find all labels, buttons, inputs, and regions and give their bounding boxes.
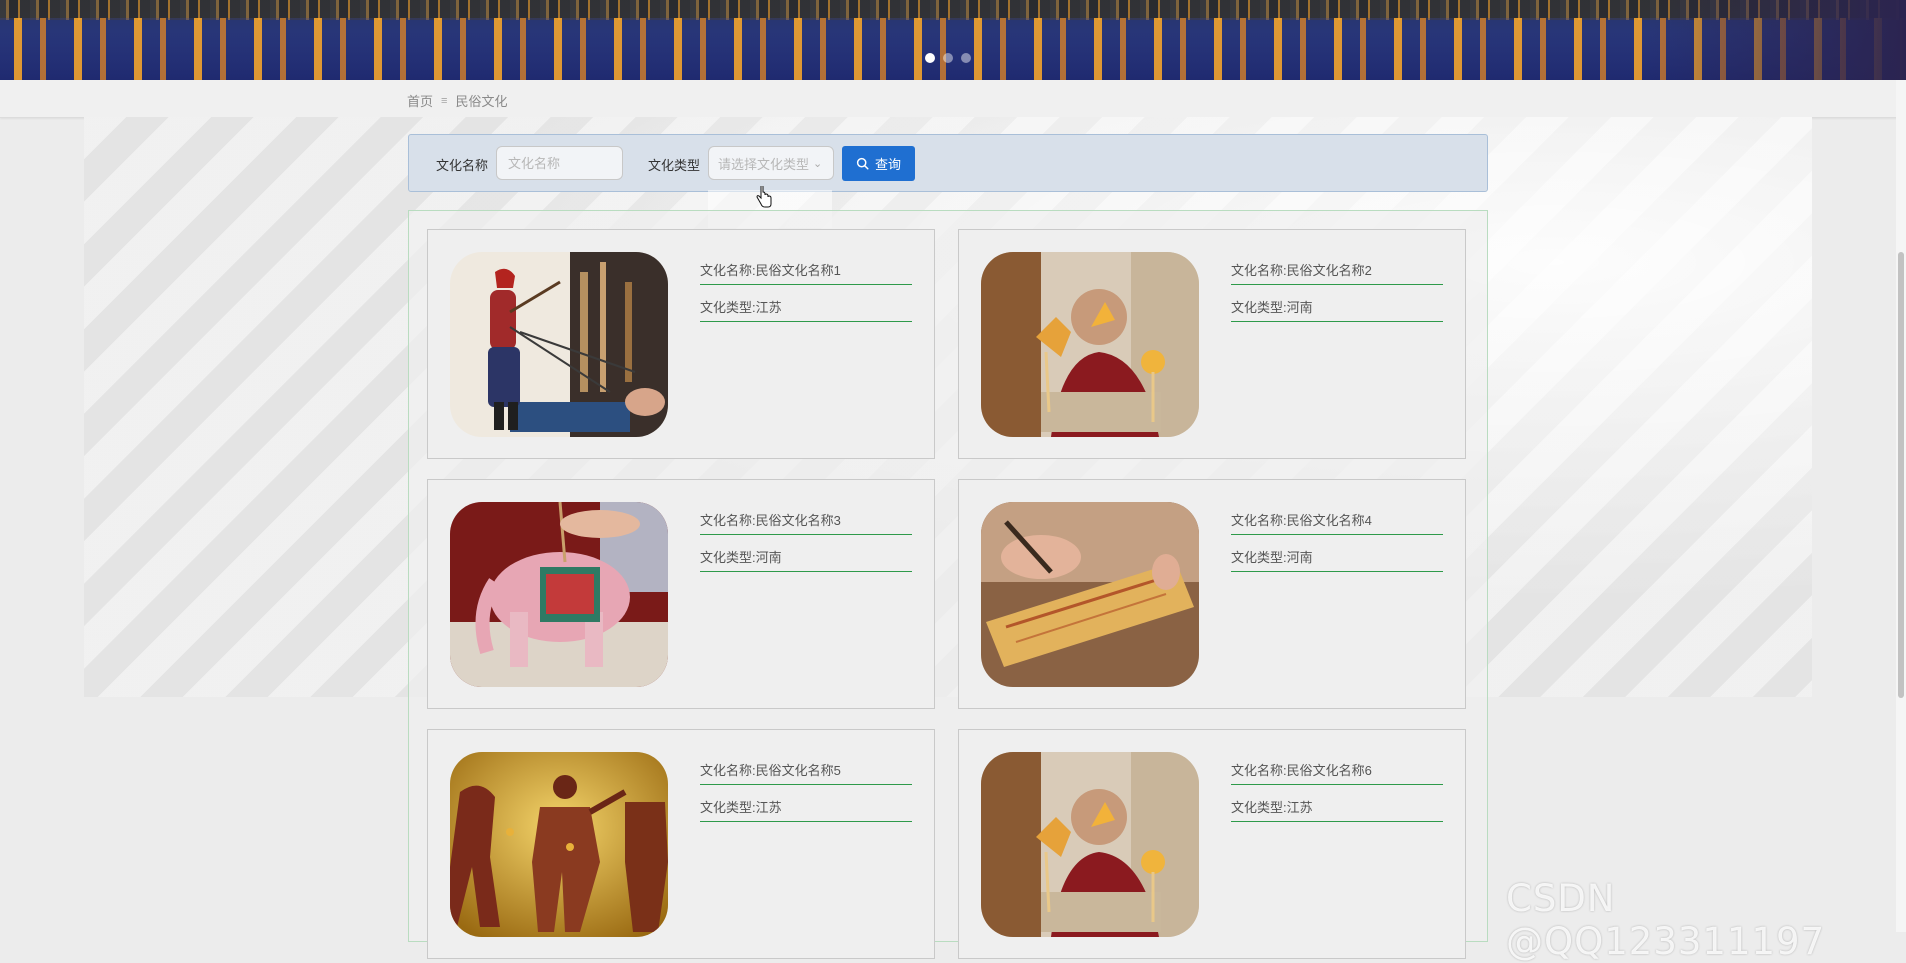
type-select[interactable]: 请选择文化类型 ⌄ — [708, 146, 834, 180]
culture-card[interactable]: 文化名称:民俗文化名称6 文化类型:江苏 — [958, 729, 1466, 959]
card-name-row: 文化名称:民俗文化名称3 — [700, 508, 912, 535]
carousel-dot-3[interactable] — [961, 53, 971, 63]
card-type-key: 文化类型: — [700, 800, 756, 815]
card-info: 文化名称:民俗文化名称5 文化类型:江苏 — [700, 758, 912, 832]
card-type-key: 文化类型: — [700, 300, 756, 315]
card-name-value: 民俗文化名称4 — [1286, 513, 1372, 528]
carousel-dot-2[interactable] — [943, 53, 953, 63]
shadow-figures-image[interactable] — [450, 752, 668, 937]
breadcrumb: 首页 ≡ 民俗文化 — [407, 91, 507, 110]
banner-fade — [1646, 0, 1906, 80]
card-type-value: 河南 — [1286, 550, 1313, 565]
culture-card[interactable]: 文化名称:民俗文化名称5 文化类型:江苏 — [427, 729, 935, 959]
card-name-key: 文化名称: — [700, 263, 756, 278]
artisan-with-puppets-image[interactable] — [981, 252, 1199, 437]
card-name-row: 文化名称:民俗文化名称1 — [700, 258, 912, 285]
page-scrollbar[interactable] — [1896, 80, 1906, 932]
culture-card[interactable]: 文化名称:民俗文化名称1 文化类型:江苏 — [427, 229, 935, 459]
culture-card[interactable]: 文化名称:民俗文化名称3 文化类型:河南 — [427, 479, 935, 709]
card-info: 文化名称:民俗文化名称2 文化类型:河南 — [1231, 258, 1443, 332]
hand-cursor-icon — [756, 186, 772, 208]
card-name-key: 文化名称: — [1231, 263, 1287, 278]
card-info: 文化名称:民俗文化名称3 文化类型:河南 — [700, 508, 912, 582]
carousel-dot-1[interactable] — [925, 53, 935, 63]
card-name-key: 文化名称: — [1231, 763, 1287, 778]
name-search-input[interactable] — [506, 154, 613, 172]
card-type-value: 河南 — [755, 550, 782, 565]
breadcrumb-separator-icon: ≡ — [441, 94, 448, 107]
card-name-value: 民俗文化名称1 — [755, 263, 841, 278]
search-button[interactable]: 查询 — [842, 146, 915, 181]
search-icon — [856, 157, 869, 170]
card-name-row: 文化名称:民俗文化名称6 — [1231, 758, 1443, 785]
card-type-key: 文化类型: — [700, 550, 756, 565]
card-name-value: 民俗文化名称3 — [755, 513, 841, 528]
card-type-value: 河南 — [1286, 300, 1313, 315]
card-name-row: 文化名称:民俗文化名称2 — [1231, 258, 1443, 285]
card-type-row: 文化类型:河南 — [1231, 295, 1443, 322]
card-type-value: 江苏 — [1286, 800, 1313, 815]
type-select-placeholder: 请选择文化类型 — [718, 156, 810, 172]
chevron-down-icon: ⌄ — [813, 157, 823, 170]
card-info: 文化名称:民俗文化名称4 文化类型:河南 — [1231, 508, 1443, 582]
card-type-key: 文化类型: — [1231, 800, 1287, 815]
card-type-value: 江苏 — [755, 300, 782, 315]
name-filter-field[interactable] — [496, 146, 623, 180]
search-bar: 文化名称 文化类型 请选择文化类型 ⌄ 查询 — [408, 134, 1488, 192]
card-name-value: 民俗文化名称6 — [1286, 763, 1372, 778]
card-type-key: 文化类型: — [1231, 550, 1287, 565]
card-type-value: 江苏 — [755, 800, 782, 815]
card-name-value: 民俗文化名称2 — [1286, 263, 1372, 278]
culture-card[interactable]: 文化名称:民俗文化名称4 文化类型:河南 — [958, 479, 1466, 709]
card-type-row: 文化类型:江苏 — [1231, 795, 1443, 822]
card-type-row: 文化类型:河南 — [700, 545, 912, 572]
banner-water-reflection — [0, 18, 1906, 80]
scrollbar-thumb[interactable] — [1898, 252, 1904, 698]
card-type-row: 文化类型:江苏 — [700, 795, 912, 822]
card-info: 文化名称:民俗文化名称1 文化类型:江苏 — [700, 258, 912, 332]
painted-elephant-image[interactable] — [450, 502, 668, 687]
breadcrumb-bar: 首页 ≡ 民俗文化 — [0, 80, 1906, 118]
breadcrumb-current: 民俗文化 — [455, 94, 508, 109]
breadcrumb-home-link[interactable]: 首页 — [407, 91, 433, 110]
card-name-key: 文化名称: — [700, 763, 756, 778]
scroll-carving-image[interactable] — [981, 502, 1199, 687]
culture-card-list: 文化名称:民俗文化名称1 文化类型:江苏 文化名称:民俗文化名称2 文化类型:河… — [408, 210, 1488, 959]
name-filter-label: 文化名称 — [436, 158, 489, 173]
carousel-indicators — [925, 53, 971, 63]
card-type-key: 文化类型: — [1231, 300, 1287, 315]
card-name-row: 文化名称:民俗文化名称4 — [1231, 508, 1443, 535]
card-type-row: 文化类型:河南 — [1231, 545, 1443, 572]
search-button-label: 查询 — [874, 157, 901, 172]
card-name-key: 文化名称: — [700, 513, 756, 528]
hero-banner[interactable] — [0, 0, 1906, 80]
shadow-puppet-performer-image[interactable] — [450, 252, 668, 437]
watermark: CSDN @QQ123311197 — [1506, 877, 1826, 963]
card-name-key: 文化名称: — [1231, 513, 1287, 528]
artisan-with-puppets-image[interactable] — [981, 752, 1199, 937]
type-filter-label: 文化类型 — [648, 158, 701, 173]
card-name-value: 民俗文化名称5 — [755, 763, 841, 778]
banner-skyline — [0, 0, 1906, 20]
culture-card[interactable]: 文化名称:民俗文化名称2 文化类型:河南 — [958, 229, 1466, 459]
card-info: 文化名称:民俗文化名称6 文化类型:江苏 — [1231, 758, 1443, 832]
card-type-row: 文化类型:江苏 — [700, 295, 912, 322]
card-name-row: 文化名称:民俗文化名称5 — [700, 758, 912, 785]
